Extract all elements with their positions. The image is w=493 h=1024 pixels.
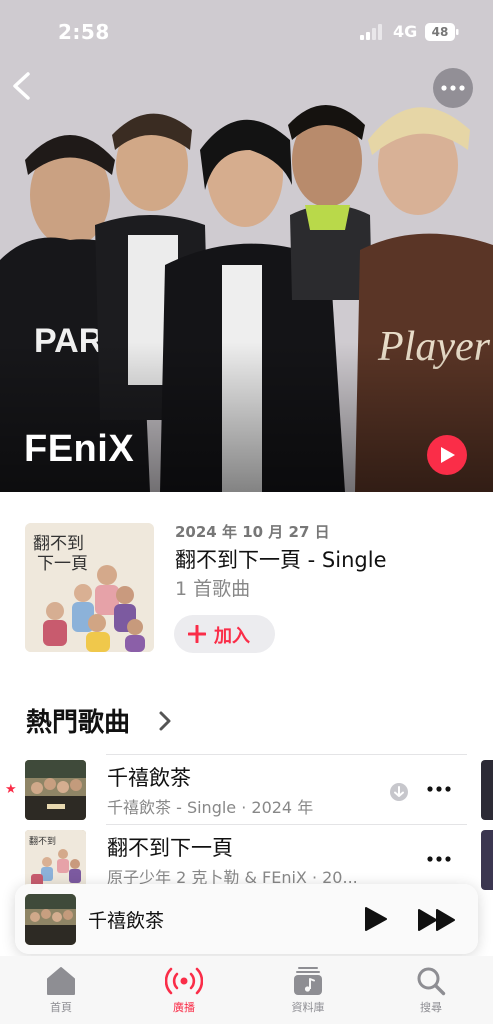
chevron-left-icon bbox=[13, 72, 30, 100]
network-type: 4G bbox=[393, 22, 418, 41]
tab-home[interactable]: 首頁 bbox=[21, 966, 101, 1024]
status-time: 2:58 bbox=[58, 20, 110, 44]
tab-search[interactable]: 搜尋 bbox=[391, 966, 471, 1024]
song-artwork bbox=[25, 760, 86, 820]
ellipsis-icon bbox=[441, 85, 465, 91]
artist-name: FEniX bbox=[24, 428, 135, 470]
song-subtitle: 千禧飲茶 - Single · 2024 年 bbox=[107, 798, 314, 817]
home-icon bbox=[47, 967, 75, 995]
release-title[interactable]: 翻不到下一頁 - Single bbox=[175, 544, 387, 574]
battery-level: 48 bbox=[431, 25, 449, 39]
popular-star-icon: ★ bbox=[5, 782, 17, 797]
now-playing-title: 千禧飲茶 bbox=[88, 910, 165, 932]
chevron-right-icon[interactable] bbox=[158, 710, 172, 732]
download-icon[interactable] bbox=[389, 782, 409, 802]
svg-text:翻不到: 翻不到 bbox=[33, 534, 84, 554]
release-cover-image: 翻不到 下一頁 bbox=[25, 523, 154, 652]
tab-label: 首頁 bbox=[50, 1001, 72, 1014]
latest-release: 翻不到 下一頁 2024 年 10 月 27 日 翻不到下一頁 - Single… bbox=[0, 492, 493, 682]
song-more-icon[interactable] bbox=[426, 849, 452, 869]
back-button[interactable] bbox=[6, 68, 38, 104]
plus-icon bbox=[188, 625, 206, 643]
mini-player[interactable]: 千禧飲茶 bbox=[15, 884, 478, 954]
release-date: 2024 年 10 月 27 日 bbox=[175, 523, 330, 541]
song-title: 翻不到下一頁 bbox=[107, 836, 233, 860]
song-more-icon[interactable] bbox=[426, 779, 452, 799]
artist-hero: PARIS Player 2:58 4G bbox=[0, 0, 493, 492]
svg-text:下一頁: 下一頁 bbox=[37, 554, 88, 574]
release-track-count: 1 首歌曲 bbox=[175, 578, 251, 600]
song-artwork: 翻不到 bbox=[25, 830, 86, 890]
release-artwork[interactable]: 翻不到 下一頁 bbox=[25, 523, 154, 652]
row-divider bbox=[106, 824, 467, 825]
next-column-artwork bbox=[481, 760, 493, 820]
row-divider bbox=[106, 754, 467, 755]
add-to-library-button[interactable]: 加入 bbox=[174, 615, 275, 653]
song-title: 千禧飲茶 bbox=[107, 766, 191, 790]
radio-icon bbox=[165, 967, 203, 995]
cellular-signal-icon bbox=[360, 24, 382, 40]
tab-label: 搜尋 bbox=[420, 1001, 442, 1014]
tab-radio[interactable]: 廣播 bbox=[144, 966, 224, 1024]
status-bar: 2:58 4G 48 bbox=[0, 0, 493, 64]
svg-text:翻不到: 翻不到 bbox=[29, 835, 56, 847]
next-column-artwork bbox=[481, 830, 493, 890]
tab-label: 廣播 bbox=[173, 1001, 195, 1014]
play-icon bbox=[441, 447, 455, 463]
song-row[interactable]: ★ 千禧飲茶 千禧飲茶 - Single · 2024 年 bbox=[0, 754, 493, 824]
now-playing-artwork bbox=[25, 894, 76, 945]
library-icon bbox=[294, 967, 322, 995]
tab-bar: 首頁 廣播 資料庫 搜尋 bbox=[0, 956, 493, 1024]
tab-library[interactable]: 資料庫 bbox=[268, 966, 348, 1024]
top-songs-title[interactable]: 熱門歌曲 bbox=[26, 702, 130, 739]
search-icon bbox=[417, 967, 446, 996]
play-icon[interactable] bbox=[359, 903, 391, 935]
play-artist-button[interactable] bbox=[427, 435, 467, 475]
add-label: 加入 bbox=[214, 626, 250, 647]
more-options-button[interactable] bbox=[433, 68, 473, 108]
fast-forward-icon[interactable] bbox=[415, 904, 459, 936]
tab-label: 資料庫 bbox=[291, 1001, 325, 1014]
